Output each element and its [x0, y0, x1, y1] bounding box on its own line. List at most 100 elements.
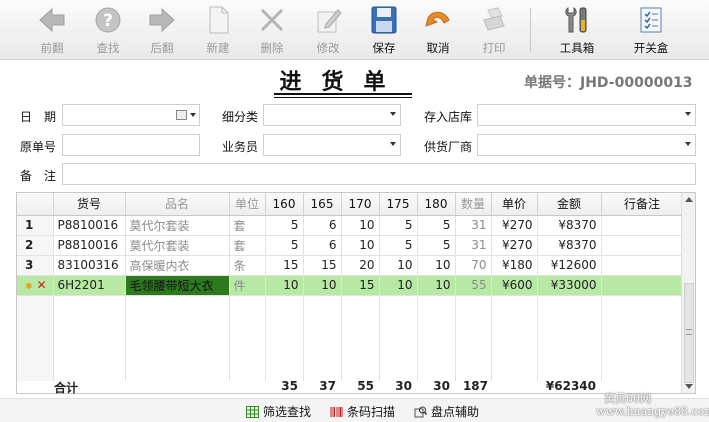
cell-note[interactable] — [601, 255, 684, 276]
table-row[interactable]: 1 P8810016 莫代尔套装 套 5 6 10 5 5 31 ¥270 ¥8… — [17, 215, 684, 236]
cell-size-170[interactable]: 10 — [341, 235, 380, 256]
new-button[interactable]: 新建 — [196, 2, 240, 58]
barcode-scan-button[interactable]: 条码扫描 — [330, 403, 395, 420]
cell-size-170[interactable]: 15 — [341, 275, 380, 296]
cell-note[interactable] — [601, 275, 684, 296]
print-button[interactable]: 打印 — [472, 2, 516, 58]
new-document-icon — [209, 6, 229, 34]
orig-no-label: 原单号 — [20, 140, 57, 154]
cell-size-175[interactable]: 5 — [379, 215, 418, 236]
cell-unit[interactable]: 套 — [229, 215, 266, 236]
delete-button[interactable]: 删除 — [250, 2, 294, 58]
remark-label: 备 注 — [20, 169, 57, 183]
cell-unit[interactable]: 条 — [229, 255, 266, 276]
col-header-note[interactable]: 行备注 — [601, 193, 684, 216]
cell-amount: ¥12600 — [537, 255, 602, 276]
edit-button[interactable]: 修改 — [306, 2, 350, 58]
supplier-select[interactable] — [477, 134, 696, 156]
cell-note[interactable] — [601, 215, 684, 236]
chevron-down-icon[interactable] — [190, 113, 196, 117]
next-page-button[interactable]: 后翻 — [140, 2, 184, 58]
col-header-size-160[interactable]: 160 — [265, 193, 304, 216]
table-empty-area — [17, 295, 684, 381]
cell-size-165[interactable]: 15 — [303, 255, 342, 276]
toolbar-separator — [530, 8, 531, 52]
store-select[interactable] — [477, 104, 696, 126]
back-arrow-icon — [39, 7, 65, 33]
cell-size-180[interactable]: 10 — [417, 255, 456, 276]
switch-box-button[interactable]: 开关盒 — [626, 2, 676, 58]
cell-size-160[interactable]: 5 — [265, 235, 304, 256]
cell-size-165[interactable]: 10 — [303, 275, 342, 296]
cell-code[interactable]: P8810016 — [53, 235, 126, 256]
col-header-unit[interactable]: 单位 — [229, 193, 266, 216]
cell-size-160[interactable]: 10 — [265, 275, 304, 296]
cell-unit[interactable]: 套 — [229, 235, 266, 256]
cell-amount: ¥33000 — [537, 275, 602, 296]
cell-size-165[interactable]: 6 — [303, 235, 342, 256]
col-header-amount[interactable]: 金额 — [537, 193, 602, 216]
cell-price[interactable]: ¥600 — [491, 275, 538, 296]
cell-note[interactable] — [601, 235, 684, 256]
total-size-175: 30 — [395, 379, 412, 393]
scroll-up-icon[interactable] — [685, 197, 693, 202]
cell-code[interactable]: 6H2201 — [53, 275, 126, 296]
chevron-down-icon[interactable] — [685, 112, 691, 116]
cell-price[interactable]: ¥270 — [491, 215, 538, 236]
save-button[interactable]: 保存 — [362, 2, 406, 58]
toolbox-button[interactable]: 工具箱 — [552, 2, 602, 58]
cell-size-180[interactable]: 10 — [417, 275, 456, 296]
edit-pencil-icon — [317, 9, 342, 33]
cell-code[interactable]: P8810016 — [53, 215, 126, 236]
remark-field[interactable] — [62, 163, 696, 185]
col-header-size-175[interactable]: 175 — [379, 193, 418, 216]
cell-size-180[interactable]: 5 — [417, 235, 456, 256]
cell-size-170[interactable]: 10 — [341, 215, 380, 236]
subcategory-select[interactable] — [263, 104, 401, 126]
cell-unit[interactable]: 件 — [229, 275, 266, 296]
cell-size-175[interactable]: 5 — [379, 235, 418, 256]
cell-name[interactable]: 莫代尔套装 — [125, 215, 230, 236]
cell-price[interactable]: ¥270 — [491, 235, 538, 256]
table-row[interactable]: 2 P8810016 莫代尔套装 套 5 6 10 5 5 31 ¥270 ¥8… — [17, 235, 684, 256]
col-header-size-165[interactable]: 165 — [303, 193, 342, 216]
chevron-down-icon[interactable] — [685, 142, 691, 146]
cell-size-175[interactable]: 10 — [379, 255, 418, 276]
salesman-select[interactable] — [263, 134, 401, 156]
col-header-index[interactable] — [17, 193, 54, 216]
cancel-button[interactable]: 取消 — [416, 2, 460, 58]
find-button[interactable]: ? 查找 — [86, 2, 130, 58]
col-header-name[interactable]: 品名 — [125, 193, 230, 216]
prev-page-button[interactable]: 前翻 — [30, 2, 74, 58]
cell-name-active[interactable]: 毛领腰带短大衣 — [125, 275, 230, 296]
subcategory-label: 细分类 — [222, 110, 259, 124]
cell-name[interactable]: 莫代尔套装 — [125, 235, 230, 256]
cell-size-170[interactable]: 20 — [341, 255, 380, 276]
chevron-down-icon[interactable] — [390, 142, 396, 146]
date-field[interactable] — [62, 104, 200, 126]
table-row[interactable]: 3 83100316 高保暖内衣 条 15 15 20 10 10 70 ¥18… — [17, 255, 684, 276]
chevron-down-icon[interactable] — [390, 112, 396, 116]
cell-size-180[interactable]: 5 — [417, 215, 456, 236]
orig-no-field[interactable] — [62, 134, 200, 156]
col-header-size-180[interactable]: 180 — [417, 193, 456, 216]
inventory-assist-button[interactable]: 盘点辅助 — [414, 403, 479, 420]
row-delete-marker[interactable]: ✱ ✕ — [17, 275, 54, 296]
cell-code[interactable]: 83100316 — [53, 255, 126, 276]
cell-size-160[interactable]: 15 — [265, 255, 304, 276]
cell-name[interactable]: 高保暖内衣 — [125, 255, 230, 276]
vertical-scrollbar[interactable] — [681, 193, 695, 393]
cell-price[interactable]: ¥180 — [491, 255, 538, 276]
col-header-size-170[interactable]: 170 — [341, 193, 380, 216]
calendar-icon[interactable] — [176, 110, 187, 120]
col-header-qty[interactable]: 数量 — [455, 193, 492, 216]
cell-size-165[interactable]: 6 — [303, 215, 342, 236]
col-header-code[interactable]: 货号 — [53, 193, 126, 216]
table-row-selected[interactable]: ✱ ✕ 6H2201 毛领腰带短大衣 件 10 10 15 10 10 55 ¥6… — [17, 275, 684, 296]
cell-size-160[interactable]: 5 — [265, 215, 304, 236]
checklist-icon — [640, 7, 662, 33]
filter-search-button[interactable]: 筛选查找 — [246, 403, 311, 420]
delete-row-icon[interactable]: ✕ — [37, 278, 47, 292]
col-header-price[interactable]: 单价 — [491, 193, 538, 216]
cell-size-175[interactable]: 10 — [379, 275, 418, 296]
